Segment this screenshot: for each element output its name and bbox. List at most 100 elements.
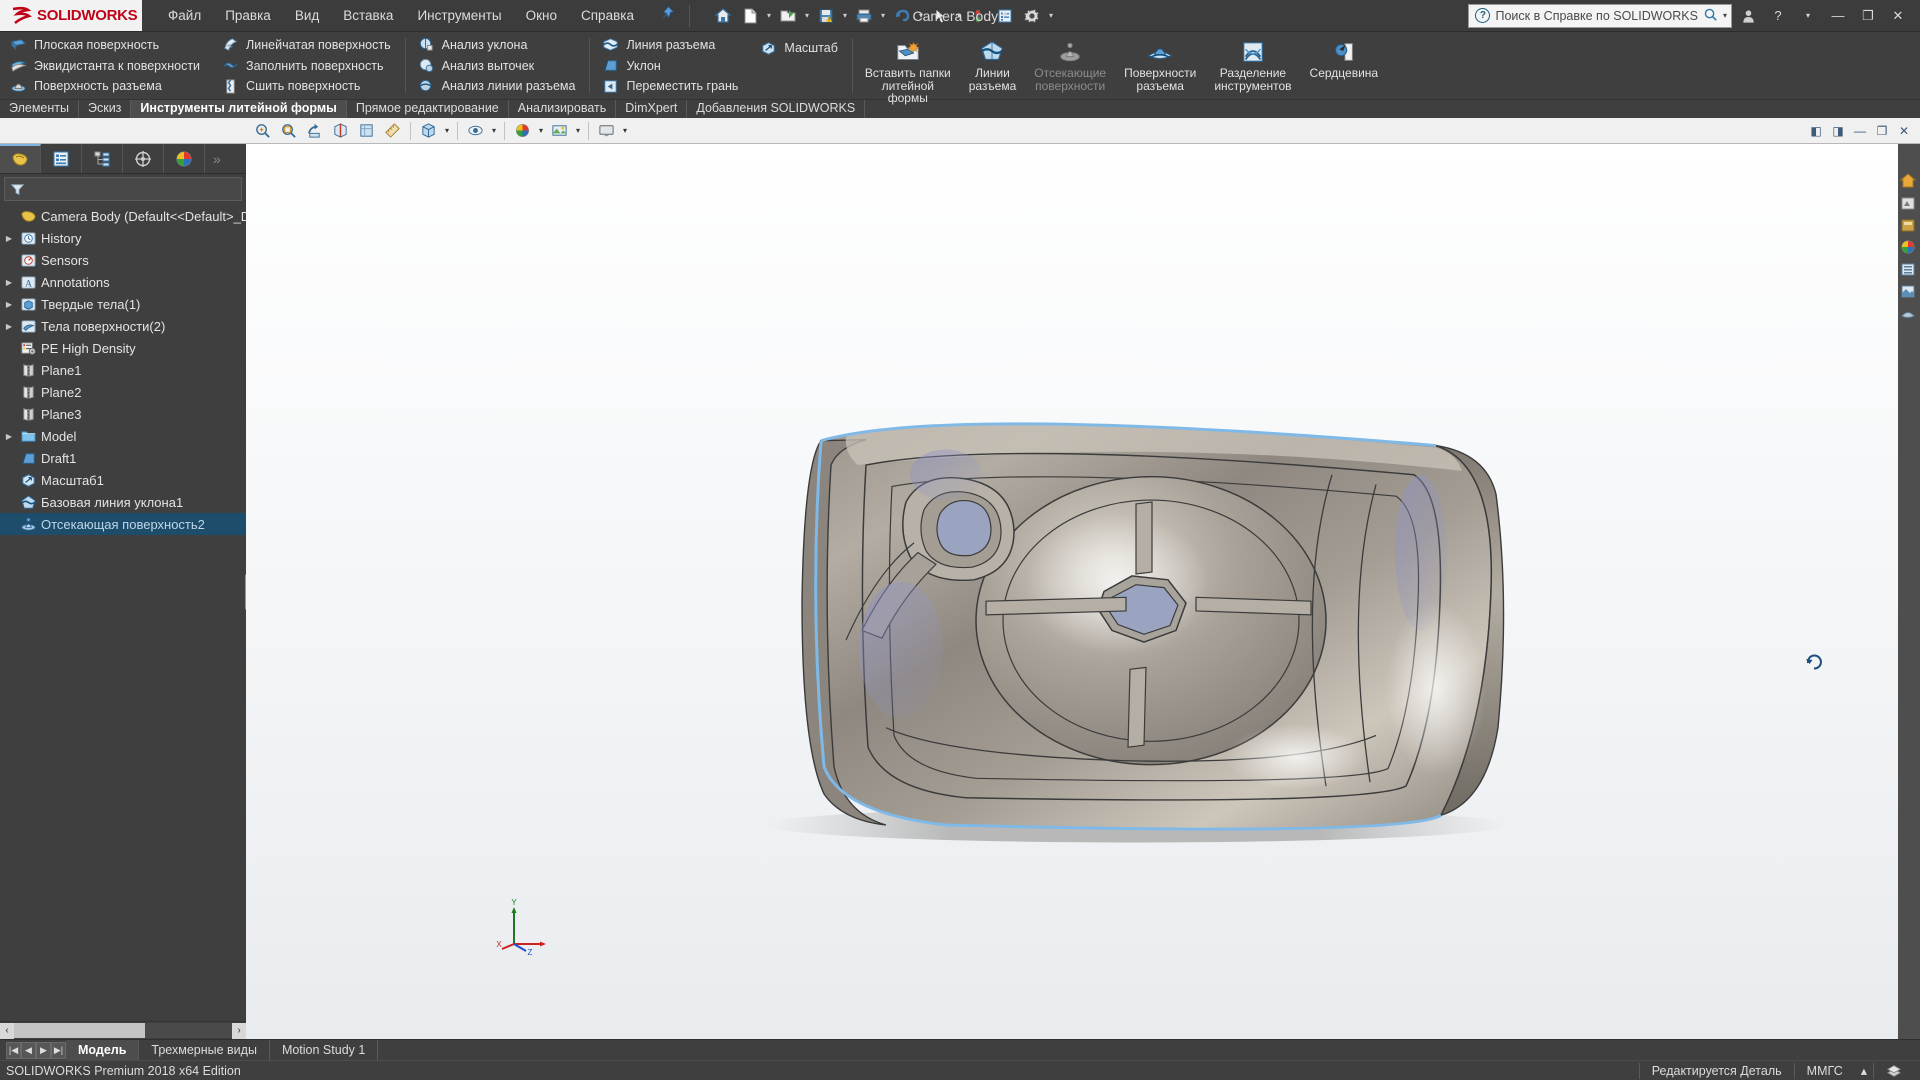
property-manager-tab[interactable] [41,144,82,173]
search-input[interactable]: Поиск в Справке по SOLIDWORKS [1495,9,1698,23]
display-manager-tab[interactable] [164,144,205,173]
scene-dock-icon[interactable] [1899,216,1919,236]
open-folder-icon[interactable] [775,3,801,29]
feature-manager-tab[interactable] [0,144,41,173]
undercut-analysis-button[interactable]: Анализ выточек [414,56,582,76]
tree-item-draft1[interactable]: Draft1 [0,447,246,469]
parting-line-analysis-button[interactable]: Анализ линии разъема [414,76,582,96]
last-tab-icon[interactable]: ▶| [51,1041,66,1059]
close-document-icon[interactable]: ✕ [1894,121,1914,141]
tree-item-sensors[interactable]: Sensors [0,249,246,271]
gear-icon[interactable] [1019,3,1045,29]
minimize-button[interactable]: — [1824,3,1852,29]
zoom-to-fit-icon[interactable] [250,119,275,143]
display-style-caret-icon[interactable]: ▾ [442,126,452,135]
tab-3d-views[interactable]: Трехмерные виды [139,1040,270,1060]
gear-caret-icon[interactable]: ▾ [1046,11,1056,20]
parting-line-button[interactable]: Линия разъема [598,35,744,55]
menu-file[interactable]: Файл [156,3,213,28]
overlay-icon[interactable] [1873,1062,1914,1079]
hide-show-caret-icon[interactable]: ▾ [489,126,499,135]
close-button[interactable]: ✕ [1884,3,1912,29]
edit-appearance-caret-icon[interactable]: ▾ [536,126,546,135]
restore-viewport-right-icon[interactable]: ◨ [1828,121,1848,141]
apply-scene-icon[interactable] [547,119,572,143]
restore-button[interactable]: ❐ [1854,3,1882,29]
scale-button[interactable]: Масштаб [756,38,843,58]
magnifier-icon[interactable] [1703,7,1718,25]
walkthrough-dock-icon[interactable] [1899,304,1919,324]
select-arrow-icon[interactable] [927,3,953,29]
help-dropdown-caret-icon[interactable]: ▾ [1794,3,1822,29]
rebuild-icon[interactable] [965,3,991,29]
offset-surface-button[interactable]: Эквидистанта к поверхности [6,56,206,76]
first-tab-icon[interactable]: |◀ [6,1041,21,1059]
options-list-icon[interactable] [992,3,1018,29]
scroll-left-arrow-icon[interactable]: ‹ [0,1022,14,1039]
tab-sketch[interactable]: Эскиз [78,100,132,118]
tree-item-plane3[interactable]: Plane3 [0,403,246,425]
minimize-document-icon[interactable]: — [1850,121,1870,141]
scroll-right-arrow-icon[interactable]: › [232,1022,246,1039]
view-home-icon[interactable] [1899,172,1919,192]
core-button[interactable]: Сердцевина [1304,36,1385,80]
parting-surfaces-button[interactable]: Поверхности разъема [1118,36,1202,92]
hide-show-items-icon[interactable] [463,119,488,143]
menu-insert[interactable]: Вставка [331,3,405,28]
view-orientation-icon[interactable] [354,119,379,143]
tab-evaluate[interactable]: Анализировать [508,100,617,118]
tree-expand-arrow-icon[interactable]: ▶ [2,234,16,243]
knit-surface-button[interactable]: Сшить поверхность [218,76,397,96]
menu-help[interactable]: Справка [569,3,646,28]
new-document-icon[interactable] [737,3,763,29]
print-icon[interactable] [851,3,877,29]
decal-dock-icon[interactable] [1899,238,1919,258]
pin-icon[interactable] [654,4,681,27]
draft-button[interactable]: Уклон [598,56,744,76]
view-settings-display-icon[interactable] [594,119,619,143]
camera-dock-icon[interactable] [1899,282,1919,302]
ruled-surface-button[interactable]: Линейчатая поверхность [218,35,397,55]
tree-item-scale1[interactable]: Масштаб1 [0,469,246,491]
tree-item-solid-bodies[interactable]: ▶ Твердые тела(1) [0,293,246,315]
draft-analysis-button[interactable]: Анализ уклона [414,35,582,55]
edit-appearance-icon[interactable] [510,119,535,143]
tree-expand-arrow-icon[interactable]: ▶ [2,322,16,331]
tab-model[interactable]: Модель [66,1040,140,1060]
tree-item-annotations[interactable]: ▶ A Annotations [0,271,246,293]
tab-solidworks-addins[interactable]: Добавления SOLIDWORKS [687,100,866,118]
tree-item-plane1[interactable]: Plane1 [0,359,246,381]
apply-scene-caret-icon[interactable]: ▾ [573,126,583,135]
prev-tab-icon[interactable]: ◀ [21,1041,36,1059]
menu-window[interactable]: Окно [514,3,569,28]
select-caret-icon[interactable]: ▾ [954,11,964,20]
user-account-icon[interactable] [1734,3,1762,29]
tree-item-plane2[interactable]: Plane2 [0,381,246,403]
tree-item-model-folder[interactable]: ▶ Model [0,425,246,447]
status-units[interactable]: ММГС [1793,1062,1855,1079]
planar-surface-button[interactable]: Плоская поверхность [6,35,206,55]
tree-item-surface-bodies[interactable]: ▶ Тела поверхности(2) [0,315,246,337]
tree-item-material[interactable]: PE High Density [0,337,246,359]
tree-item-camera-body[interactable]: Camera Body (Default<<Default>_Displa [0,205,246,227]
measure-icon[interactable] [380,119,405,143]
status-units-caret-icon[interactable]: ▴ [1855,1063,1873,1079]
tree-item-parting-line1[interactable]: Базовая линия уклона1 [0,491,246,513]
tab-dimxpert[interactable]: DimXpert [616,100,688,118]
home-icon[interactable] [710,3,736,29]
tree-item-history[interactable]: ▶ History [0,227,246,249]
view-settings-caret-icon[interactable]: ▾ [620,126,630,135]
tree-expand-arrow-icon[interactable]: ▶ [2,300,16,309]
open-folder-caret-icon[interactable]: ▾ [802,11,812,20]
next-tab-icon[interactable]: ▶ [36,1041,51,1059]
parting-lines-button[interactable]: Линии разъема [963,36,1023,92]
graphics-area[interactable]: Y X Z [246,144,1920,1039]
filled-surface-button[interactable]: Заполнить поверхность [218,56,397,76]
display-style-icon[interactable] [416,119,441,143]
restore-document-icon[interactable]: ❐ [1872,121,1892,141]
lights-dock-icon[interactable] [1899,260,1919,280]
move-face-button[interactable]: Переместить грань [598,76,744,96]
undo-caret-icon[interactable]: ▾ [916,11,926,20]
help-icon[interactable]: ? [1764,3,1792,29]
section-view-icon[interactable] [328,119,353,143]
